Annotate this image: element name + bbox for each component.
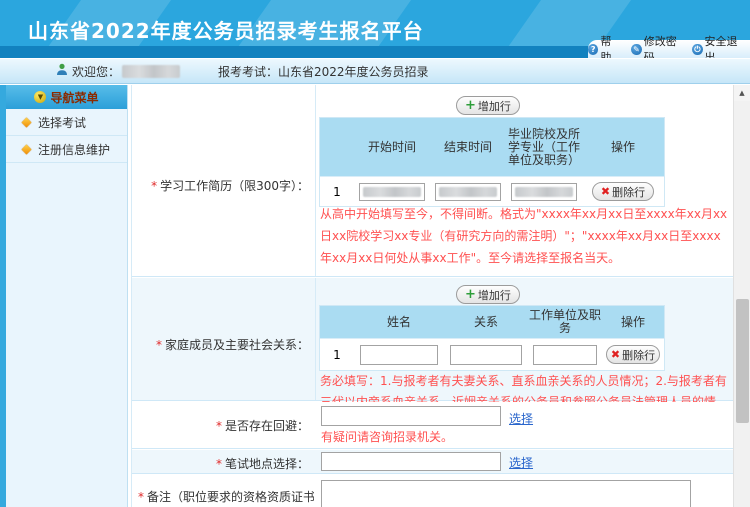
avoidance-input[interactable] bbox=[321, 406, 501, 426]
header-action-tab: ? 帮 助 ✎ 修改密码 ⏻ 安全退出 bbox=[588, 40, 750, 58]
required-asterisk: * bbox=[156, 338, 162, 352]
user-icon bbox=[56, 63, 68, 79]
delete-row-button[interactable]: ✖ 删除行 bbox=[592, 182, 654, 201]
help-button[interactable]: ? 帮 助 bbox=[588, 33, 624, 58]
plus-icon: + bbox=[465, 99, 476, 112]
required-asterisk: * bbox=[216, 419, 222, 433]
chevron-down-icon: ▼ bbox=[34, 91, 46, 103]
avoidance-label: *是否存在回避： bbox=[132, 417, 309, 434]
start-time-input[interactable] bbox=[359, 183, 425, 201]
redacted-value bbox=[363, 187, 421, 197]
redacted-value bbox=[515, 187, 573, 197]
form-area: *学习工作简历（限300字）： + 增加行 开始时间 结束时间 毕业院校及所学专… bbox=[131, 85, 733, 507]
remark-label: *备注（职位要求的资格资质证书、相 bbox=[132, 488, 314, 505]
remark-textarea[interactable] bbox=[321, 480, 691, 507]
sidebar: ▼ 导航菜单 选择考试 注册信息维护 bbox=[6, 85, 128, 507]
add-row-button[interactable]: + 增加行 bbox=[456, 285, 520, 304]
welcome-greeting: 欢迎您： bbox=[72, 63, 120, 80]
sidebar-item-label: 选择考试 bbox=[38, 114, 86, 131]
column-divider bbox=[315, 278, 316, 400]
header-cell-action: 操作 bbox=[602, 306, 664, 338]
family-work-input[interactable] bbox=[533, 345, 597, 365]
header-cell-start-time: 开始时间 bbox=[354, 118, 430, 176]
header-cell-relation: 关系 bbox=[444, 306, 528, 338]
family-table-row: 1 ✖ 删除行 bbox=[320, 338, 664, 370]
vertical-scrollbar[interactable]: ▲ bbox=[733, 85, 750, 507]
header-cell-work-unit: 工作单位及职务 bbox=[528, 306, 602, 338]
change-password-icon: ✎ bbox=[631, 44, 641, 55]
required-asterisk: * bbox=[151, 179, 157, 193]
exam-info-text: 报考考试：山东省2022年度公务员招录 bbox=[218, 63, 429, 80]
family-table-header: 姓名 关系 工作单位及职务 操作 bbox=[320, 306, 664, 338]
diamond-bullet-icon bbox=[22, 117, 32, 127]
school-input[interactable] bbox=[511, 183, 577, 201]
required-asterisk: * bbox=[216, 457, 222, 471]
resume-row: *学习工作简历（限300字）： + 增加行 开始时间 结束时间 毕业院校及所学专… bbox=[132, 85, 733, 277]
change-password-button[interactable]: ✎ 修改密码 bbox=[631, 33, 685, 58]
exam-site-input[interactable] bbox=[321, 452, 501, 471]
family-relation-input[interactable] bbox=[450, 345, 522, 365]
diamond-bullet-icon bbox=[22, 144, 32, 154]
sidebar-item-label: 注册信息维护 bbox=[38, 141, 110, 158]
add-row-button[interactable]: + 增加行 bbox=[456, 96, 520, 115]
end-time-input[interactable] bbox=[435, 183, 501, 201]
remark-row: *备注（职位要求的资格资质证书、相 bbox=[132, 475, 733, 507]
x-icon: ✖ bbox=[601, 186, 610, 197]
header-cell-index bbox=[320, 118, 354, 176]
resume-add-row-button-wrap: + 增加行 bbox=[456, 94, 520, 115]
exam-site-row: *笔试地点选择： 选择 bbox=[132, 450, 733, 474]
resume-label: *学习工作简历（限300字）： bbox=[132, 177, 309, 194]
header-cell-action: 操作 bbox=[582, 118, 664, 176]
sidebar-item-registration-info[interactable]: 注册信息维护 bbox=[6, 136, 127, 163]
column-divider bbox=[315, 85, 316, 276]
logout-label: 安全退出 bbox=[705, 33, 746, 58]
avoidance-row: *是否存在回避： 选择 有疑问请咨询招录机关。 bbox=[132, 402, 733, 449]
header-cell-name: 姓名 bbox=[354, 306, 444, 338]
select-exam-site-link[interactable]: 选择 bbox=[509, 454, 533, 471]
logout-icon: ⏻ bbox=[692, 44, 702, 55]
logout-button[interactable]: ⏻ 安全退出 bbox=[692, 33, 746, 58]
help-label: 帮 助 bbox=[600, 33, 624, 58]
app-window: 山东省2022年度公务员招录考生报名平台 ? 帮 助 ✎ 修改密码 ⏻ 安全退出… bbox=[0, 0, 750, 507]
header-cell-school: 毕业院校及所学专业（工作单位及职务） bbox=[506, 118, 582, 176]
plus-icon: + bbox=[465, 288, 476, 301]
redacted-username bbox=[122, 65, 180, 78]
delete-row-button[interactable]: ✖ 删除行 bbox=[606, 345, 660, 364]
sidebar-header: ▼ 导航菜单 bbox=[6, 85, 127, 109]
scroll-up-button[interactable]: ▲ bbox=[734, 85, 750, 101]
family-name-input[interactable] bbox=[360, 345, 438, 365]
resume-table-header: 开始时间 结束时间 毕业院校及所学专业（工作单位及职务） 操作 bbox=[320, 118, 664, 176]
redacted-value bbox=[439, 187, 497, 197]
resume-table-row: 1 ✖ 删除行 bbox=[320, 176, 664, 206]
select-avoidance-link[interactable]: 选择 bbox=[509, 410, 533, 427]
header-cell-index bbox=[320, 306, 354, 338]
family-table: 姓名 关系 工作单位及职务 操作 1 bbox=[319, 305, 665, 371]
exam-site-label: *笔试地点选择： bbox=[132, 455, 309, 472]
page-title: 山东省2022年度公务员招录考生报名平台 bbox=[28, 15, 424, 44]
family-label: *家庭成员及主要社会关系： bbox=[132, 336, 309, 353]
resume-table: 开始时间 结束时间 毕业院校及所学专业（工作单位及职务） 操作 1 bbox=[319, 117, 665, 207]
family-add-row-button-wrap: + 增加行 bbox=[456, 283, 520, 304]
sidebar-title: 导航菜单 bbox=[50, 89, 98, 106]
welcome-bar: 欢迎您： 报考考试：山东省2022年度公务员招录 bbox=[0, 58, 750, 84]
avoidance-note: 有疑问请咨询招录机关。 bbox=[321, 428, 453, 446]
row-index: 1 bbox=[320, 338, 354, 370]
header: 山东省2022年度公务员招录考生报名平台 ? 帮 助 ✎ 修改密码 ⏻ 安全退出 bbox=[0, 0, 750, 58]
x-icon: ✖ bbox=[611, 349, 620, 360]
resume-note: 从高中开始填写至今，不得间断。格式为"xxxx年xx月xx日至xxxx年xx月x… bbox=[320, 203, 732, 269]
header-cell-end-time: 结束时间 bbox=[430, 118, 506, 176]
required-asterisk: * bbox=[138, 490, 144, 504]
help-icon: ? bbox=[588, 44, 598, 55]
change-password-label: 修改密码 bbox=[644, 33, 685, 58]
sidebar-item-select-exam[interactable]: 选择考试 bbox=[6, 109, 127, 136]
family-row: *家庭成员及主要社会关系： + 增加行 姓名 关系 工作单位及职务 操作 1 bbox=[132, 278, 733, 401]
scrollbar-thumb[interactable] bbox=[736, 299, 749, 423]
row-index: 1 bbox=[320, 176, 354, 206]
